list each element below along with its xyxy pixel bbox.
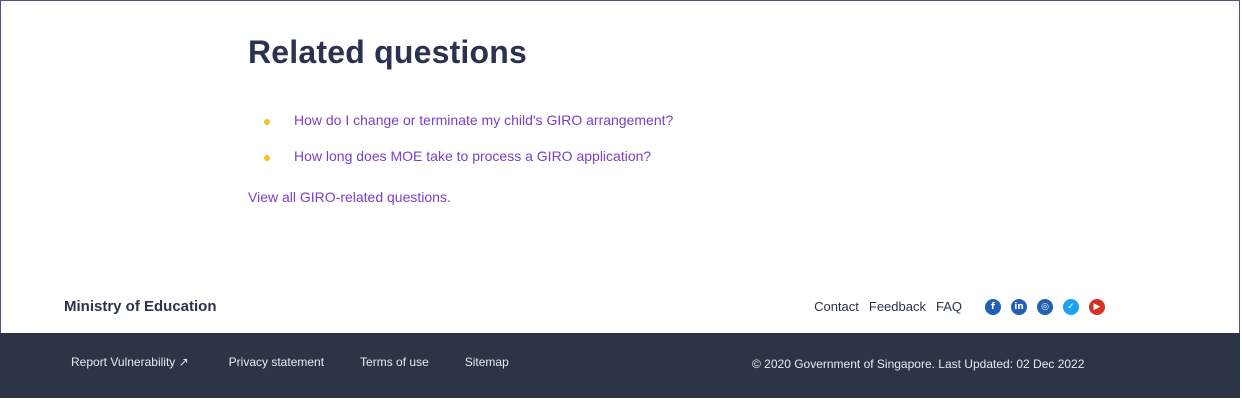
question-link[interactable]: How do I change or terminate my child's … [294,112,673,128]
copyright-text: © 2020 Government of Singapore. Last Upd… [752,357,1085,371]
twitter-icon[interactable]: ✓ [1063,299,1079,315]
view-all-giro-link[interactable]: View all GIRO-related questions. [248,189,451,205]
privacy-statement-link[interactable]: Privacy statement [229,355,324,369]
report-vulnerability-link[interactable]: Report Vulnerability ↗ [71,355,189,369]
contact-link[interactable]: Contact [814,299,859,314]
bullet-dot-icon [264,119,270,125]
related-questions-heading: Related questions [248,34,528,70]
bullet-dot-icon [264,155,270,161]
facebook-icon[interactable]: f [985,299,1001,315]
youtube-icon[interactable]: ▶ [1089,299,1105,315]
footer-top-links: Contact Feedback FAQ [814,299,962,314]
faq-link[interactable]: FAQ [936,299,962,314]
footer-bar: Report Vulnerability ↗ Privacy statement… [0,333,1240,398]
sitemap-link[interactable]: Sitemap [465,355,509,369]
ministry-name: Ministry of Education [64,298,217,315]
footer-bottom-links: Report Vulnerability ↗ Privacy statement… [71,355,549,369]
instagram-icon[interactable]: ◎ [1037,299,1053,315]
question-link[interactable]: How long does MOE take to process a GIRO… [294,148,651,164]
terms-of-use-link[interactable]: Terms of use [360,355,429,369]
social-links: f in ◎ ✓ ▶ [985,299,1105,315]
feedback-link[interactable]: Feedback [869,299,926,314]
linkedin-icon[interactable]: in [1011,299,1027,315]
